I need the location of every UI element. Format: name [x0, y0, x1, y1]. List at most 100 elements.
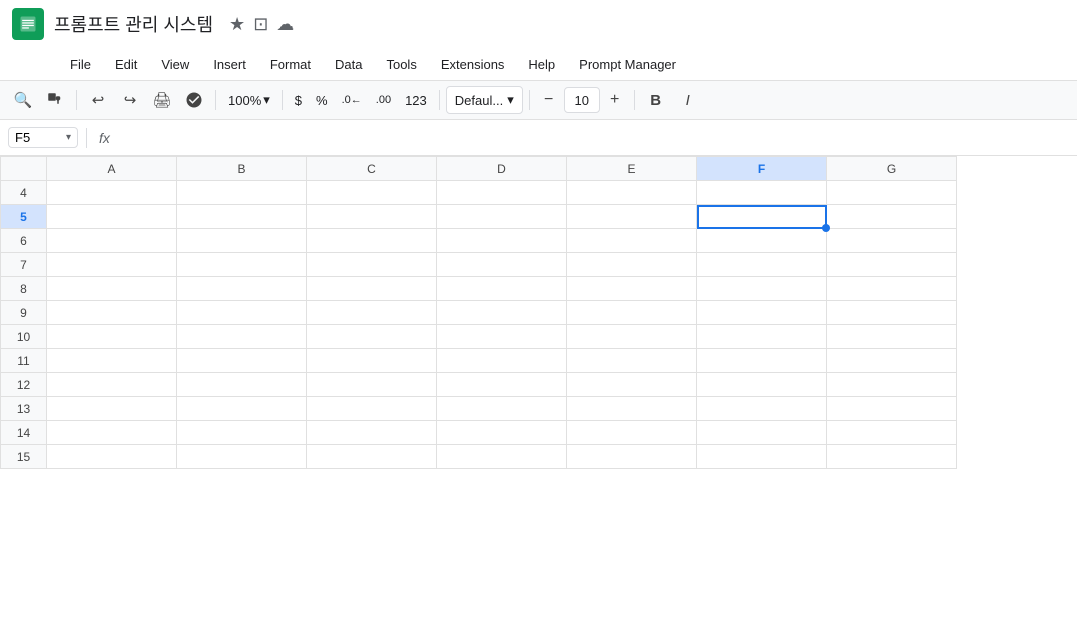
cell-G12[interactable]	[827, 373, 957, 397]
font-size-input[interactable]	[564, 87, 600, 113]
row-num-6[interactable]: 6	[1, 229, 47, 253]
cell-E12[interactable]	[567, 373, 697, 397]
formula-input[interactable]	[118, 130, 1069, 145]
cell-F11[interactable]	[697, 349, 827, 373]
cell-F10[interactable]	[697, 325, 827, 349]
cell-E6[interactable]	[567, 229, 697, 253]
spellcheck-button[interactable]	[179, 85, 209, 115]
cell-A9[interactable]	[47, 301, 177, 325]
cell-B5[interactable]	[177, 205, 307, 229]
zoom-control[interactable]: 100% ▾	[222, 90, 276, 110]
cell-C11[interactable]	[307, 349, 437, 373]
number-format-button[interactable]: 123	[399, 91, 433, 110]
row-num-9[interactable]: 9	[1, 301, 47, 325]
cell-C10[interactable]	[307, 325, 437, 349]
cloud-icon[interactable]: ☁	[276, 14, 294, 35]
cell-D13[interactable]	[437, 397, 567, 421]
cell-D8[interactable]	[437, 277, 567, 301]
col-header-F[interactable]: F	[697, 157, 827, 181]
cell-D6[interactable]	[437, 229, 567, 253]
row-num-11[interactable]: 11	[1, 349, 47, 373]
cell-D7[interactable]	[437, 253, 567, 277]
row-num-7[interactable]: 7	[1, 253, 47, 277]
cell-B11[interactable]	[177, 349, 307, 373]
row-num-15[interactable]: 15	[1, 445, 47, 469]
cell-C14[interactable]	[307, 421, 437, 445]
cell-A14[interactable]	[47, 421, 177, 445]
cell-D4[interactable]	[437, 181, 567, 205]
cell-G9[interactable]	[827, 301, 957, 325]
menu-file[interactable]: File	[60, 53, 101, 76]
cell-E15[interactable]	[567, 445, 697, 469]
menu-insert[interactable]: Insert	[203, 53, 256, 76]
cell-E5[interactable]	[567, 205, 697, 229]
menu-data[interactable]: Data	[325, 53, 372, 76]
menu-edit[interactable]: Edit	[105, 53, 147, 76]
cell-F13[interactable]	[697, 397, 827, 421]
fill-handle[interactable]	[822, 224, 830, 232]
cell-A10[interactable]	[47, 325, 177, 349]
cell-E4[interactable]	[567, 181, 697, 205]
cell-E11[interactable]	[567, 349, 697, 373]
cell-B6[interactable]	[177, 229, 307, 253]
cell-G8[interactable]	[827, 277, 957, 301]
col-header-E[interactable]: E	[567, 157, 697, 181]
cell-C12[interactable]	[307, 373, 437, 397]
cell-E14[interactable]	[567, 421, 697, 445]
cell-A8[interactable]	[47, 277, 177, 301]
col-header-D[interactable]: D	[437, 157, 567, 181]
italic-button[interactable]: I	[673, 85, 703, 115]
cell-F7[interactable]	[697, 253, 827, 277]
folder-icon[interactable]: ⊡	[253, 14, 268, 35]
col-header-C[interactable]: C	[307, 157, 437, 181]
cell-C5[interactable]	[307, 205, 437, 229]
menu-format[interactable]: Format	[260, 53, 321, 76]
cell-F12[interactable]	[697, 373, 827, 397]
cell-G11[interactable]	[827, 349, 957, 373]
font-selector[interactable]: Defaul... ▾	[446, 86, 523, 114]
cell-G14[interactable]	[827, 421, 957, 445]
cell-C15[interactable]	[307, 445, 437, 469]
cell-A4[interactable]	[47, 181, 177, 205]
cell-D12[interactable]	[437, 373, 567, 397]
cell-reference-box[interactable]: F5 ▾	[8, 127, 78, 148]
cell-E13[interactable]	[567, 397, 697, 421]
cell-E8[interactable]	[567, 277, 697, 301]
font-size-decrease[interactable]: −	[536, 87, 562, 113]
menu-view[interactable]: View	[151, 53, 199, 76]
menu-extensions[interactable]: Extensions	[431, 53, 515, 76]
row-num-14[interactable]: 14	[1, 421, 47, 445]
row-num-5[interactable]: 5	[1, 205, 47, 229]
cell-B9[interactable]	[177, 301, 307, 325]
cell-C13[interactable]	[307, 397, 437, 421]
cell-F6[interactable]	[697, 229, 827, 253]
cell-G7[interactable]	[827, 253, 957, 277]
cell-B4[interactable]	[177, 181, 307, 205]
cell-C7[interactable]	[307, 253, 437, 277]
cell-F15[interactable]	[697, 445, 827, 469]
menu-help[interactable]: Help	[518, 53, 565, 76]
cell-E7[interactable]	[567, 253, 697, 277]
star-icon[interactable]: ★	[229, 14, 245, 35]
cell-B14[interactable]	[177, 421, 307, 445]
percent-button[interactable]: %	[310, 91, 334, 110]
redo-button[interactable]: ↪	[115, 85, 145, 115]
cell-B8[interactable]	[177, 277, 307, 301]
cell-D14[interactable]	[437, 421, 567, 445]
row-num-12[interactable]: 12	[1, 373, 47, 397]
cell-F4[interactable]	[697, 181, 827, 205]
cell-C4[interactable]	[307, 181, 437, 205]
cell-A15[interactable]	[47, 445, 177, 469]
cell-C8[interactable]	[307, 277, 437, 301]
row-num-13[interactable]: 13	[1, 397, 47, 421]
cell-B15[interactable]	[177, 445, 307, 469]
search-button[interactable]: 🔍	[8, 85, 38, 115]
cell-G6[interactable]	[827, 229, 957, 253]
cell-B7[interactable]	[177, 253, 307, 277]
cell-G10[interactable]	[827, 325, 957, 349]
cell-E9[interactable]	[567, 301, 697, 325]
menu-prompt-manager[interactable]: Prompt Manager	[569, 53, 686, 76]
menu-tools[interactable]: Tools	[376, 53, 426, 76]
cell-A12[interactable]	[47, 373, 177, 397]
row-num-10[interactable]: 10	[1, 325, 47, 349]
